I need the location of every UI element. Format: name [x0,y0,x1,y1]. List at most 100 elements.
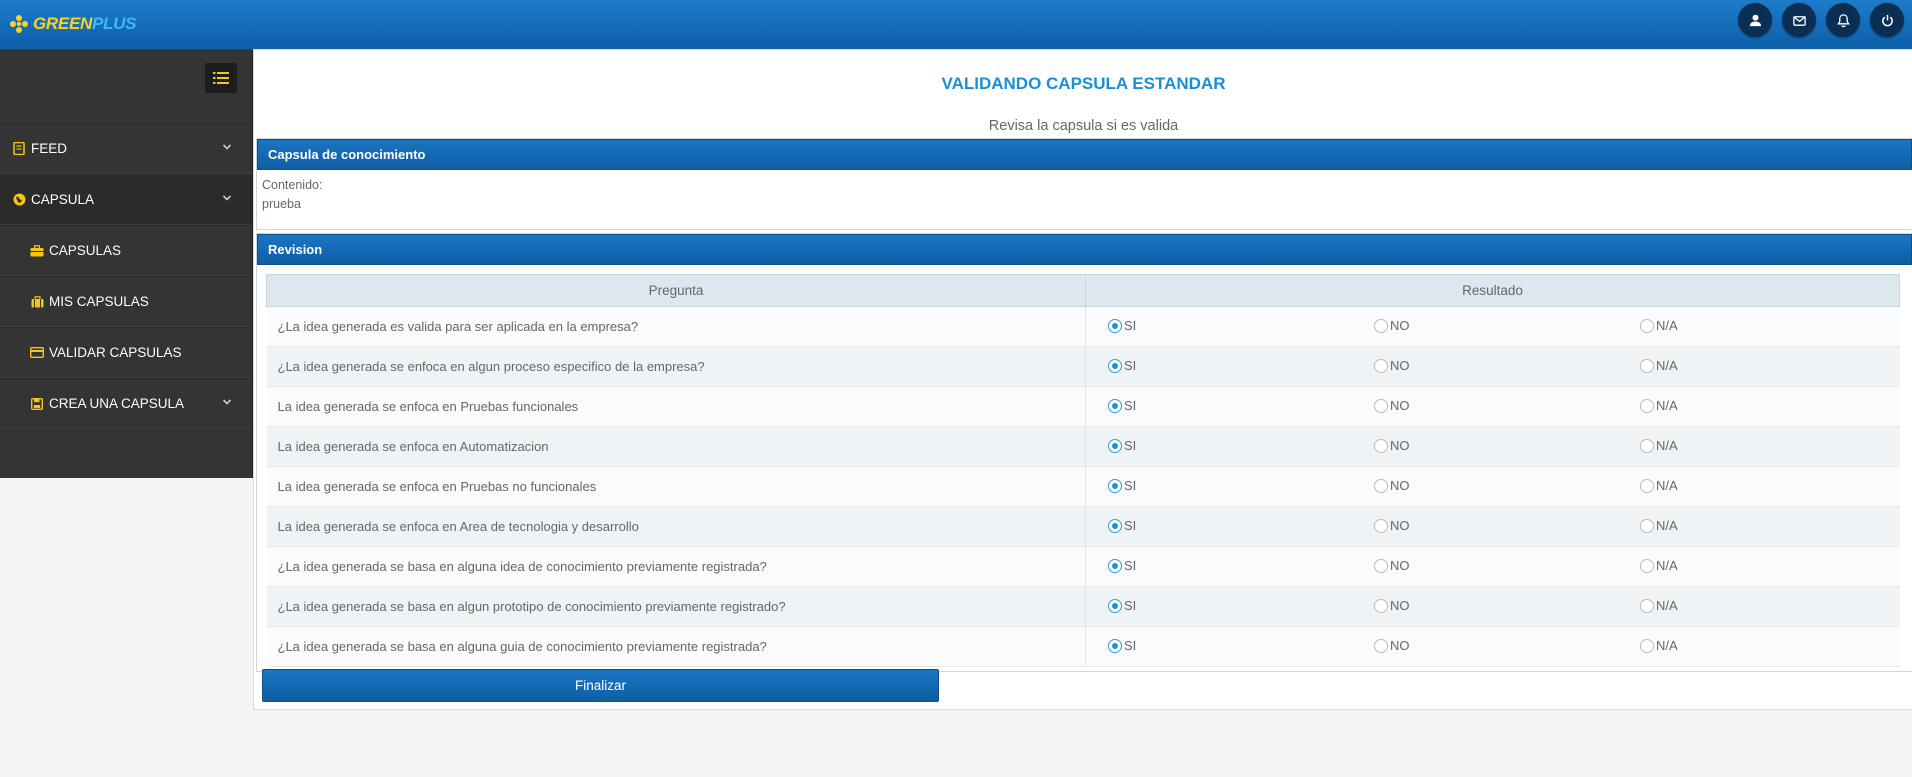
radio-no[interactable] [1374,439,1388,453]
chevron-down-icon [222,195,232,201]
sidebar-item-label: MIS CAPSULAS [49,294,149,309]
radio-si[interactable] [1108,359,1122,373]
table-row: ¿La idea generada se enfoca en algun pro… [266,346,1900,387]
question-text: ¿La idea generada se enfoca en algun pro… [266,346,1086,387]
capsula-panel-heading: Capsula de conocimiento [257,139,1912,170]
radio-label: N/A [1656,358,1678,373]
result-cell: SI NO N/A [1085,506,1900,547]
result-cell: SI NO N/A [1085,426,1900,467]
table-header-row: Pregunta Resultado [266,274,1900,307]
radio-no[interactable] [1374,319,1388,333]
radio-si[interactable] [1108,479,1122,493]
radio-label: N/A [1656,318,1678,333]
bell-icon [1836,13,1850,27]
column-header-resultado: Resultado [1085,274,1900,307]
top-navbar: GREENPLUS [0,0,1912,50]
radio-label: NO [1390,558,1410,573]
table-row: ¿La idea generada se basa en alguna idea… [266,546,1900,587]
table-row: ¿La idea generada es valida para ser apl… [266,306,1900,347]
capsula-panel: Capsula de conocimiento Contenido: prueb… [256,138,1912,230]
question-text: La idea generada se enfoca en Pruebas fu… [266,386,1086,427]
radio-label: NO [1390,638,1410,653]
finalizar-button[interactable]: Finalizar [262,669,939,702]
radio-si[interactable] [1108,639,1122,653]
radio-si[interactable] [1108,319,1122,333]
radio-label: SI [1124,438,1137,453]
radio-no[interactable] [1374,639,1388,653]
radio-label: NO [1390,398,1410,413]
radio-si[interactable] [1108,439,1122,453]
radio-label: NO [1390,438,1410,453]
radio-no[interactable] [1374,559,1388,573]
question-text: ¿La idea generada se basa en alguna idea… [266,546,1086,587]
radio-label: NO [1390,318,1410,333]
list-icon [213,72,229,84]
table-row: La idea generada se enfoca en Pruebas no… [266,466,1900,507]
radio-na[interactable] [1640,439,1654,453]
radio-na[interactable] [1640,399,1654,413]
revision-table: Pregunta Resultado ¿La idea generada es … [266,274,1900,667]
radio-na[interactable] [1640,599,1654,613]
sidebar-item-validar-capsulas[interactable]: VALIDAR CAPSULAS [0,327,252,378]
radio-label: NO [1390,358,1410,373]
radio-label: NO [1390,598,1410,613]
radio-na[interactable] [1640,479,1654,493]
radio-no[interactable] [1374,359,1388,373]
sidebar-item-feed[interactable]: FEED [0,123,252,174]
question-text: ¿La idea generada se basa en algun proto… [266,586,1086,627]
chevron-down-icon [222,144,232,150]
table-row: La idea generada se enfoca en Automatiza… [266,426,1900,467]
radio-no[interactable] [1374,599,1388,613]
logo[interactable]: GREENPLUS [9,12,136,36]
sidebar-toggle-button[interactable] [205,63,237,93]
radio-na[interactable] [1640,319,1654,333]
card-icon [30,346,44,360]
question-text: La idea generada se enfoca en Pruebas no… [266,466,1086,507]
radio-si[interactable] [1108,599,1122,613]
messages-button[interactable] [1782,3,1816,37]
briefcase-icon [30,244,44,258]
radio-si[interactable] [1108,399,1122,413]
sidebar-item-capsula[interactable]: CAPSULA [0,174,252,225]
radio-si[interactable] [1108,559,1122,573]
radio-na[interactable] [1640,519,1654,533]
radio-no[interactable] [1374,519,1388,533]
user-button[interactable] [1738,3,1772,37]
column-header-pregunta: Pregunta [266,274,1086,307]
question-text: La idea generada se enfoca en Area de te… [266,506,1086,547]
radio-label: N/A [1656,638,1678,653]
book-icon [12,142,26,156]
radio-si[interactable] [1108,519,1122,533]
logout-button[interactable] [1870,3,1904,37]
globe-icon [12,193,26,207]
radio-no[interactable] [1374,399,1388,413]
notifications-button[interactable] [1826,3,1860,37]
sidebar-item-label: CAPSULA [31,192,95,207]
radio-label: N/A [1656,478,1678,493]
save-icon [30,397,44,411]
result-cell: SI NO N/A [1085,346,1900,387]
table-row: La idea generada se enfoca en Area de te… [266,506,1900,547]
result-cell: SI NO N/A [1085,386,1900,427]
radio-na[interactable] [1640,359,1654,373]
result-cell: SI NO N/A [1085,466,1900,507]
radio-label: NO [1390,478,1410,493]
result-cell: SI NO N/A [1085,586,1900,627]
sidebar-item-capsulas[interactable]: CAPSULAS [0,225,252,276]
logo-text-green: GREEN [33,14,92,33]
envelope-icon [1792,15,1806,26]
radio-label: NO [1390,518,1410,533]
sidebar: FEED CAPSULA CAPSULAS MIS CAPSULAS VALID… [0,50,253,478]
radio-na[interactable] [1640,639,1654,653]
radio-na[interactable] [1640,559,1654,573]
sidebar-item-mis-capsulas[interactable]: MIS CAPSULAS [0,276,252,327]
logo-text: GREENPLUS [33,14,136,34]
table-row: ¿La idea generada se basa en alguna guia… [266,626,1900,667]
logo-text-plus: PLUS [91,14,137,33]
logo-icon [10,15,28,33]
result-cell: SI NO N/A [1085,306,1900,347]
sidebar-item-crea-una-capsula[interactable]: CREA UNA CAPSULA [0,378,252,429]
radio-no[interactable] [1374,479,1388,493]
radio-label: N/A [1656,518,1678,533]
sidebar-item-label: FEED [31,141,68,156]
